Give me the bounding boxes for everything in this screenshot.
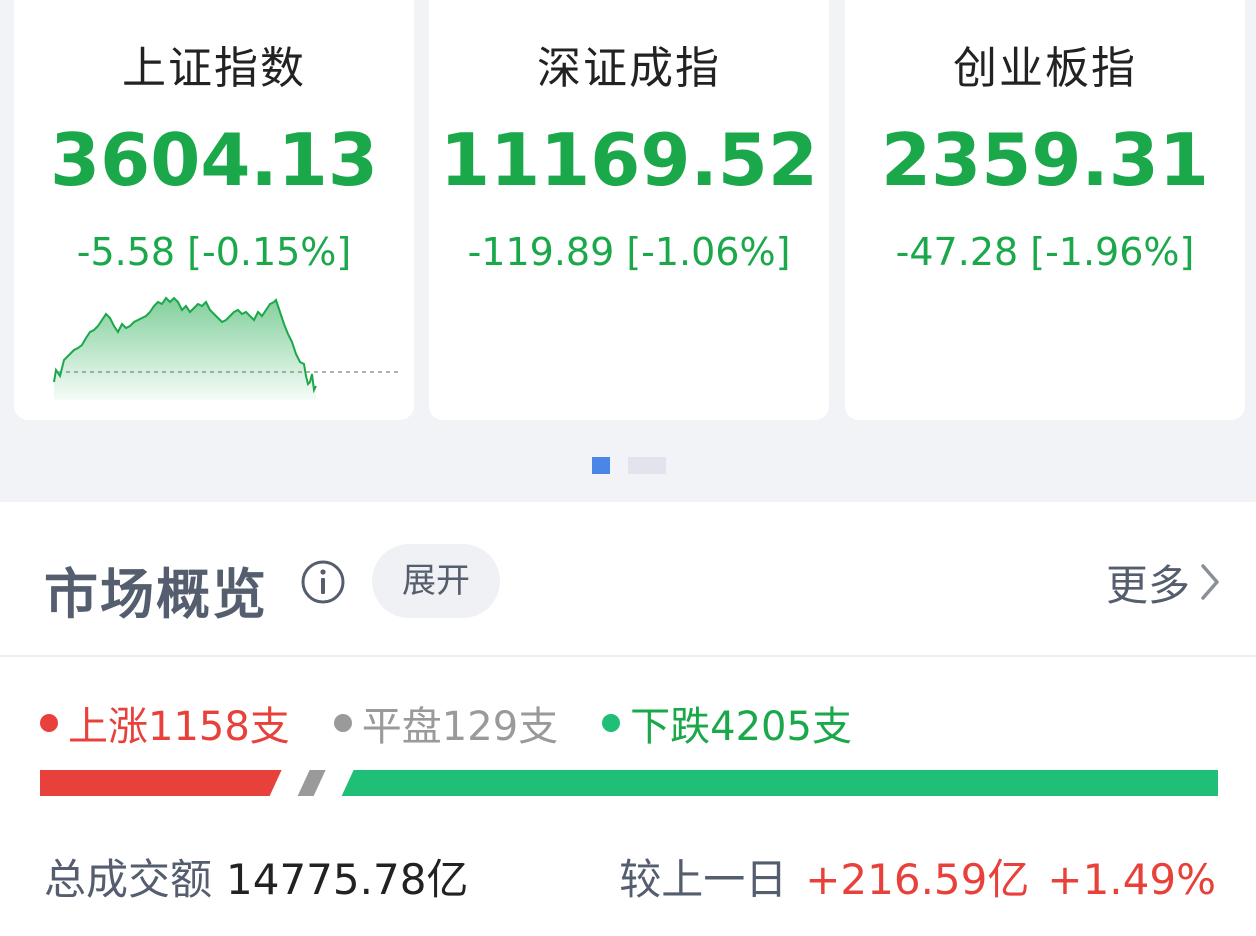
legend-fall: 下跌4205支 [602, 694, 852, 752]
expand-button[interactable]: 展开 [372, 544, 500, 618]
flat-label: 平盘129支 [361, 704, 559, 750]
index-name: 深证成指 [537, 43, 721, 94]
market-overview-header: 市场概览 展开 更多 [0, 502, 1256, 657]
flat-segment [297, 770, 326, 796]
pager-dot-active[interactable] [592, 457, 610, 474]
market-overview-panel: 市场概览 展开 更多 上涨1158支 平盘129支 下跌4205支 总成交额 1… [0, 502, 1256, 936]
breadth-legend: 上涨1158支 平盘129支 下跌4205支 [40, 698, 896, 750]
pager-dot-inactive[interactable] [628, 457, 666, 474]
index-change: -47.28 [-1.96%] [895, 230, 1195, 274]
carousel-pager [0, 457, 1256, 475]
breadth-bar [40, 770, 1218, 796]
index-card-szse[interactable]: 深证成指 11169.52 -119.89 [-1.06%] [429, 0, 829, 420]
fall-label: 下跌4205支 [630, 704, 852, 750]
index-card-sse[interactable]: 上证指数 3604.13 -5.58 [-0.15%] [14, 0, 414, 420]
index-name: 上证指数 [122, 43, 306, 94]
index-change: -119.89 [-1.06%] [467, 230, 791, 274]
market-overview-title: 市场概览 [44, 563, 268, 626]
more-label: 更多 [1105, 560, 1190, 610]
chevron-right-icon [1201, 564, 1219, 600]
index-name: 创业板指 [953, 43, 1137, 94]
info-circle-icon[interactable] [300, 559, 346, 605]
compare-label: 较上一日 [619, 855, 788, 904]
compare-amount: +216.59亿 [805, 855, 1030, 904]
legend-rise: 上涨1158支 [40, 694, 290, 752]
legend-flat: 平盘129支 [333, 694, 559, 752]
intraday-sparkline [53, 296, 402, 400]
turnover: 总成交额 14775.78亿 [44, 846, 468, 907]
rise-segment [40, 770, 282, 796]
index-card-chinext[interactable]: 创业板指 2359.31 -47.28 [-1.96%] [845, 0, 1245, 420]
index-change: -5.58 [-0.15%] [76, 230, 352, 274]
index-value: 3604.13 [50, 118, 378, 202]
fall-segment [341, 770, 1218, 796]
turnover-value: 14775.78亿 [226, 855, 469, 904]
fall-dot [602, 714, 621, 732]
index-value: 11169.52 [439, 118, 819, 202]
rise-label: 上涨1158支 [68, 704, 290, 750]
index-value: 2359.31 [881, 118, 1209, 202]
turnover-label: 总成交额 [44, 855, 213, 904]
turnover-compare: 较上一日 +216.59亿 +1.49% [619, 846, 1216, 907]
index-cards-carousel[interactable]: 上证指数 3604.13 -5.58 [-0.15%] 深证成指 11169.5… [0, 0, 1256, 420]
flat-dot [333, 714, 352, 732]
more-link[interactable]: 更多 [1106, 554, 1222, 610]
compare-pct: +1.49% [1047, 855, 1216, 904]
rise-dot [40, 714, 58, 732]
